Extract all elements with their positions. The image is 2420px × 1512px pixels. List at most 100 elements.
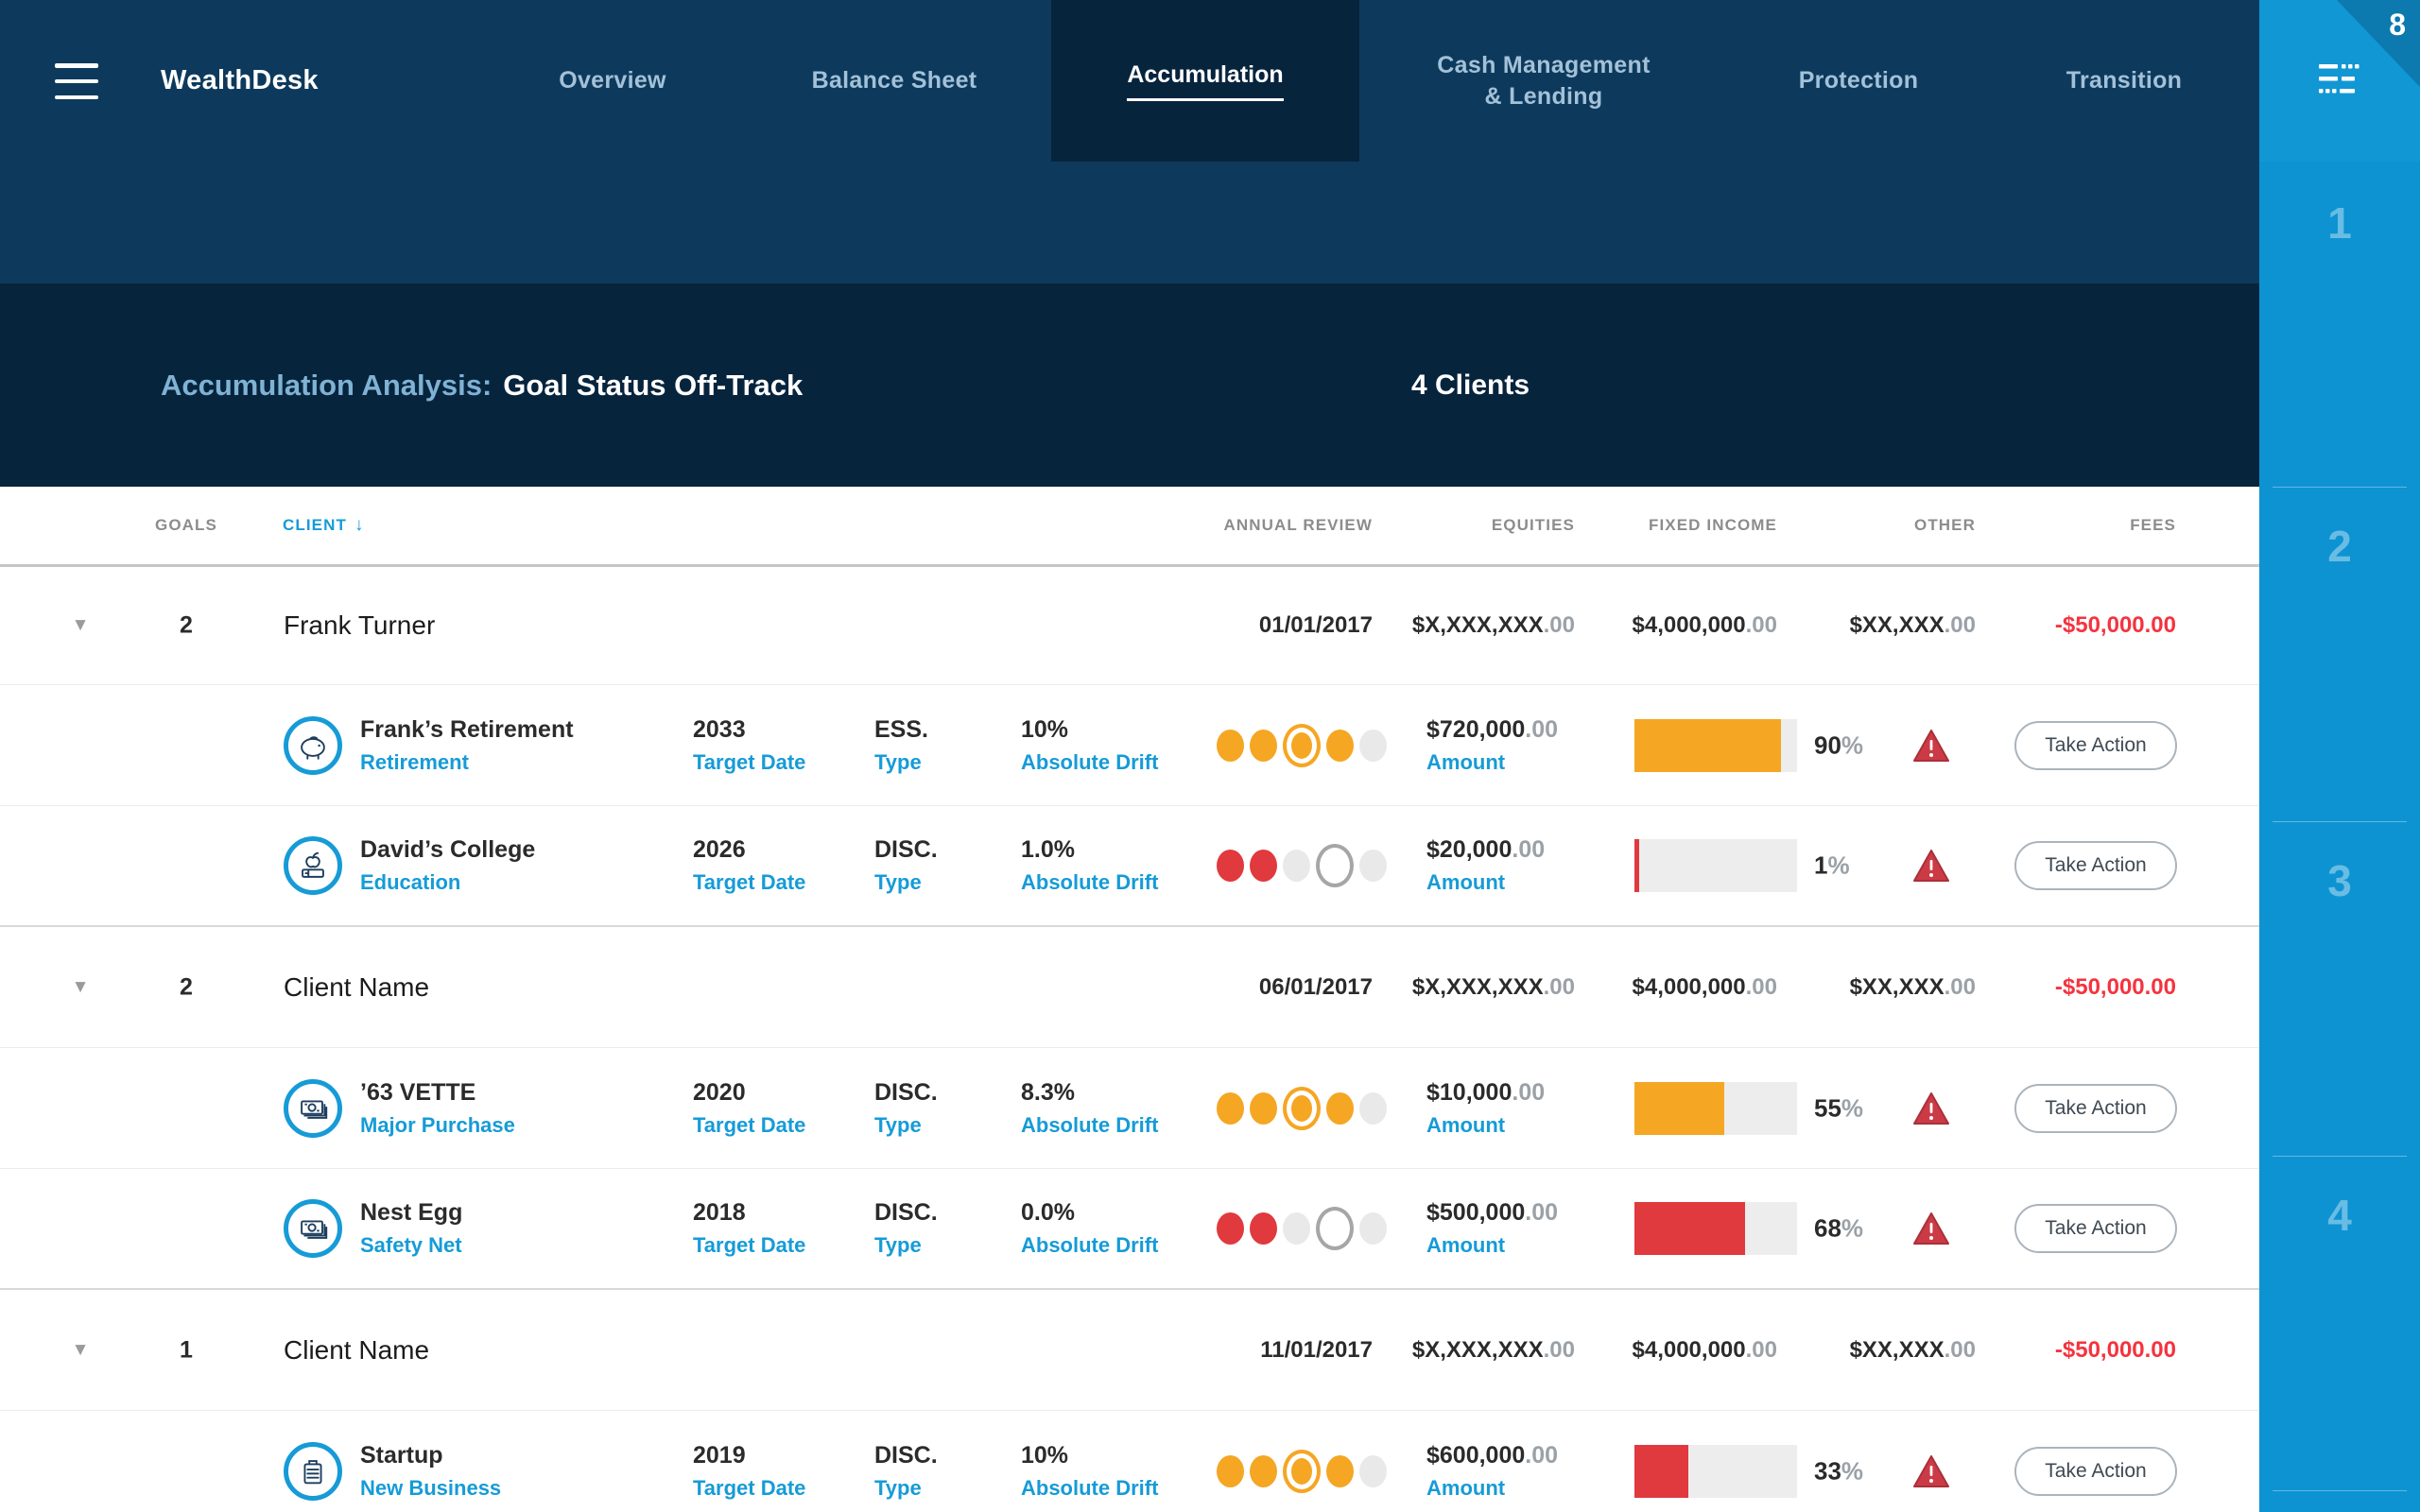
tab-overview[interactable]: Overview (559, 0, 666, 162)
goal-type: DISC. (874, 1078, 938, 1106)
goal-status-dot-orange (1326, 729, 1354, 762)
other-value: $XX,XXX.00 (1849, 612, 1976, 638)
sidebar-page-number-2[interactable]: 2 (2259, 521, 2420, 572)
annual-review-value: 06/01/2017 (1258, 973, 1373, 1000)
tab-cash-management[interactable]: Cash Management & Lending (1437, 0, 1650, 162)
client-row: ▼ 2 Frank Turner 01/01/2017 $X,XXX,XXX.0… (0, 567, 2259, 685)
goal-status-dot-gray (1359, 1454, 1387, 1487)
briefcase-icon (284, 1441, 342, 1501)
goal-amount: $500,000.00 (1426, 1199, 1559, 1226)
goal-status-dot-orange-ring (1283, 1449, 1321, 1493)
tab-transition[interactable]: Transition (2066, 0, 2182, 162)
funding-percent: 68% (1814, 1213, 1864, 1243)
client-name: Client Name (284, 1334, 430, 1365)
cash-icon (284, 1199, 342, 1258)
goal-category: Education (360, 870, 461, 894)
warning-icon (1911, 1453, 1951, 1489)
goal-status-dot-red (1217, 850, 1244, 882)
goal-type: DISC. (874, 1441, 938, 1469)
goal-name: Startup (360, 1441, 443, 1469)
goal-type: ESS. (874, 715, 928, 743)
goal-status-dot-gray (1359, 1091, 1387, 1125)
fees-value: -$50,000.00 (2054, 973, 2176, 1000)
goal-name: ’63 VETTE (360, 1078, 476, 1106)
funding-progress-bar (1634, 1202, 1797, 1255)
warning-icon (1911, 1091, 1951, 1126)
funding-progress-bar (1634, 839, 1797, 892)
funding-progress-bar (1634, 1444, 1797, 1498)
warning-icon (1911, 848, 1951, 884)
goal-category: Retirement (360, 749, 469, 774)
goal-name: Frank’s Retirement (360, 715, 574, 743)
annual-review-value: 01/01/2017 (1258, 612, 1373, 638)
top-nav: WealthDesk Overview Balance Sheet Accumu… (0, 0, 2259, 162)
goal-name: David’s College (360, 836, 536, 863)
take-action-button[interactable]: Take Action (2014, 1083, 2177, 1133)
fixed-income-value: $4,000,000.00 (1632, 1336, 1778, 1363)
goal-status-dot-orange (1326, 1091, 1354, 1125)
goal-row: Startup New Business 2019 Target Date DISC… (0, 1411, 2259, 1512)
goal-status-dot-gray-ring (1316, 1207, 1354, 1250)
goal-status-dots (1217, 1207, 1387, 1250)
take-action-button[interactable]: Take Action (2014, 841, 2177, 890)
goal-status-dot-orange-ring (1283, 1086, 1321, 1130)
sidebar-page-number-4[interactable]: 4 (2259, 1190, 2420, 1241)
expand-collapse-icon[interactable]: ▼ (66, 977, 95, 998)
sidebar-divider (2273, 487, 2407, 488)
client-row: ▼ 1 Client Name 11/01/2017 $X,XXX,XXX.00… (0, 1290, 2259, 1411)
equities-value: $X,XXX,XXX.00 (1411, 973, 1575, 1000)
expand-collapse-icon[interactable]: ▼ (66, 1340, 95, 1361)
tab-balance-sheet[interactable]: Balance Sheet (812, 0, 977, 162)
take-action-button[interactable]: Take Action (2014, 720, 2177, 770)
page-sidebar: 8 1 2 3 4 5 (2259, 0, 2420, 1512)
goal-status-dot-red (1250, 850, 1277, 882)
goal-status-dot-orange (1217, 1454, 1244, 1487)
funding-progress-bar (1634, 718, 1797, 772)
funding-progress-bar (1634, 1081, 1797, 1135)
expand-collapse-icon[interactable]: ▼ (66, 615, 95, 636)
tab-protection[interactable]: Protection (1799, 0, 1919, 162)
goal-status-dot-gray (1283, 850, 1310, 882)
warning-icon (1911, 728, 1951, 764)
goal-category: Major Purchase (360, 1112, 515, 1137)
sidebar-page-number-3[interactable]: 3 (2259, 855, 2420, 906)
piggy-bank-icon (284, 715, 342, 775)
lookup-toolbar: CLIENT LOOKUP CHART TABLE (0, 162, 2259, 428)
annual-review-value: 11/01/2017 (1260, 1336, 1373, 1363)
take-action-button[interactable]: Take Action (2014, 1204, 2177, 1253)
goal-amount: $20,000.00 (1426, 836, 1546, 863)
target-year: 2026 (693, 836, 746, 863)
col-header-fees: FEES (2130, 516, 2176, 534)
goal-status-dot-gray-ring (1316, 844, 1354, 887)
col-header-annual-review: ANNUAL REVIEW (1223, 516, 1373, 534)
notification-badge[interactable]: 8 (2389, 8, 2406, 43)
sidebar-page-number-1[interactable]: 1 (2259, 198, 2420, 249)
goal-type: DISC. (874, 836, 938, 863)
goal-status-dots (1217, 1086, 1387, 1130)
col-header-client[interactable]: CLIENT ↓ (283, 515, 365, 536)
client-row: ▼ 2 Client Name 06/01/2017 $X,XXX,XXX.00… (0, 927, 2259, 1048)
goal-row: Nest Egg Safety Net 2018 Target Date DISC.… (0, 1169, 2259, 1290)
hamburger-menu-icon[interactable] (55, 63, 98, 99)
goal-row: David’s College Education 2026 Target Date… (0, 806, 2259, 927)
client-name: Client Name (284, 971, 430, 1002)
goal-status-dot-gray (1359, 850, 1387, 882)
sidebar-divider (2273, 1490, 2407, 1491)
goal-name: Nest Egg (360, 1199, 463, 1226)
goal-status-dots (1217, 723, 1387, 767)
funding-percent: 55% (1814, 1093, 1864, 1122)
table-header-row: GOALS CLIENT ↓ ANNUAL REVIEW EQUITIES FIX… (0, 487, 2259, 567)
fixed-income-value: $4,000,000.00 (1632, 612, 1778, 638)
target-year: 2020 (693, 1078, 746, 1106)
take-action-button[interactable]: Take Action (2014, 1446, 2177, 1496)
goal-status-dots (1217, 1449, 1387, 1493)
col-header-other: OTHER (1914, 516, 1976, 534)
goal-status-dots (1217, 844, 1387, 887)
tab-accumulation[interactable]: Accumulation (1051, 0, 1359, 162)
funding-percent: 1% (1814, 850, 1850, 880)
list-filter-icon[interactable] (2319, 62, 2360, 103)
other-value: $XX,XXX.00 (1849, 973, 1976, 1000)
sort-desc-icon: ↓ (354, 515, 365, 535)
client-name: Frank Turner (284, 610, 436, 640)
goal-status-dot-orange (1250, 729, 1277, 762)
